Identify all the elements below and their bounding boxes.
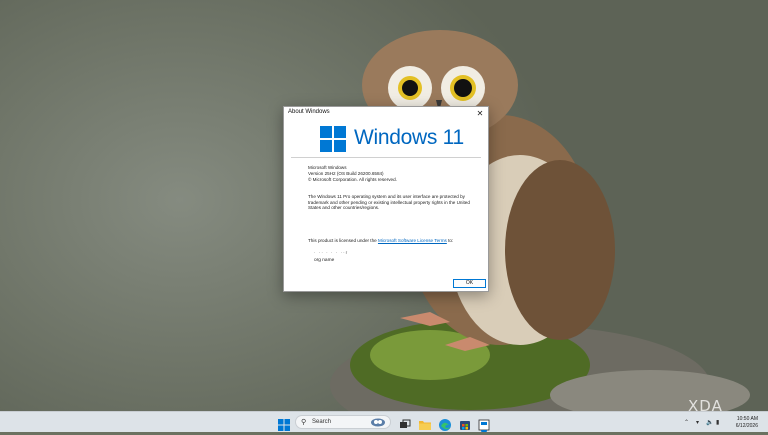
- dialog-titlebar[interactable]: About Windows ✕: [284, 107, 488, 121]
- registered-organization: org name: [314, 258, 335, 263]
- close-button[interactable]: ✕: [474, 108, 486, 120]
- windows-logo-icon: [320, 126, 346, 152]
- about-windows-dialog: About Windows ✕ Windows 11 Microsoft Win…: [283, 106, 489, 292]
- battery-icon[interactable]: ▮: [716, 419, 719, 426]
- chevron-up-icon[interactable]: ⌃: [684, 419, 689, 426]
- search-placeholder: Search: [312, 418, 332, 425]
- windows-logo-text: Windows 11: [354, 126, 464, 149]
- license-suffix: to:: [446, 238, 454, 243]
- license-terms-link[interactable]: Microsoft Software License Terms: [378, 238, 447, 243]
- store-icon[interactable]: [459, 416, 471, 430]
- copyright-text: © Microsoft Corporation. All rights rese…: [308, 177, 397, 182]
- divider: [291, 157, 481, 158]
- clock-time: 10:50 AM: [736, 416, 758, 422]
- license-notice: This product is licensed under the Micro…: [308, 238, 468, 244]
- ok-button[interactable]: OK: [453, 279, 486, 288]
- taskbar-search-box[interactable]: ⚲ Search: [295, 415, 391, 429]
- clock[interactable]: 10:50 AM 6/12/2026: [736, 416, 758, 430]
- dialog-title: About Windows: [288, 109, 330, 115]
- edge-icon[interactable]: [439, 416, 451, 431]
- wifi-icon[interactable]: ▾: [696, 419, 699, 426]
- taskbar: ⚲ Search ⌃ ▾ 🔈 ▮ 10:50 AM 6/12/2026: [0, 411, 768, 432]
- license-prefix: This product is licensed under the: [308, 238, 378, 243]
- windows-start-icon[interactable]: [278, 416, 290, 431]
- widget-icon[interactable]: [370, 418, 386, 427]
- registered-owner: · ·· · · · ··r: [314, 250, 349, 255]
- file-explorer-icon[interactable]: [419, 416, 431, 430]
- search-icon: ⚲: [301, 418, 307, 426]
- about-app-icon[interactable]: [478, 416, 490, 431]
- volume-icon[interactable]: 🔈: [706, 419, 713, 426]
- clock-date: 6/12/2026: [735, 423, 758, 429]
- legal-notice: The Windows 11 Pro operating system and …: [308, 194, 470, 211]
- system-tray: ⌃ ▾ 🔈 ▮ 10:50 AM 6/12/2026: [684, 415, 764, 431]
- windows-logo-banner: Windows 11: [320, 126, 470, 152]
- task-view-icon[interactable]: [399, 416, 411, 428]
